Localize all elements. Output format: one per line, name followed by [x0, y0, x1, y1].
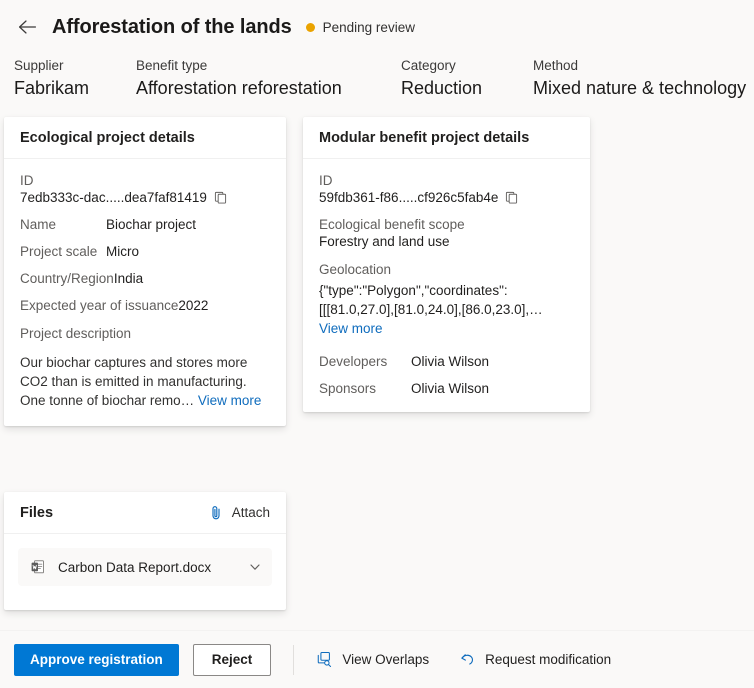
field-id: ID 59fdb361-f86.....cf926c5fab4e — [319, 173, 574, 205]
attach-label: Attach — [231, 505, 270, 520]
files-card: Files Attach Carbon Data Report.docx — [4, 492, 286, 610]
field-value: Biochar project — [106, 217, 197, 232]
page-title: Afforestation of the lands — [52, 15, 292, 38]
modular-benefit-project-details-card: Modular benefit project details ID 59fdb… — [303, 117, 590, 412]
field-value: 59fdb361-f86.....cf926c5fab4e — [319, 190, 499, 205]
meta-item-supplier: Supplier Fabrikam — [14, 58, 136, 99]
id-value-row: 59fdb361-f86.....cf926c5fab4e — [319, 190, 574, 205]
id-value-row: 7edb333c-dac.....dea7faf81419 — [20, 190, 270, 205]
back-button[interactable] — [14, 14, 40, 40]
field-sponsors: Sponsors Olivia Wilson — [319, 381, 574, 396]
field-value: 2022 — [178, 298, 209, 313]
field-label: Project scale — [20, 244, 98, 259]
list-item[interactable]: Carbon Data Report.docx — [18, 548, 272, 586]
approve-registration-button[interactable]: Approve registration — [14, 643, 179, 676]
status-label: Pending review — [322, 19, 415, 35]
meta-value: Afforestation reforestation — [136, 78, 342, 98]
arrow-left-icon — [17, 19, 37, 35]
field-id: ID 7edb333c-dac.....dea7faf81419 — [20, 173, 270, 205]
meta-label: Method — [533, 58, 579, 73]
card-body: ID 7edb333c-dac.....dea7faf81419 Name Bi… — [4, 159, 286, 426]
field-label: Country/Region — [20, 271, 114, 286]
field-ecological-benefit-scope: Ecological benefit scope Forestry and la… — [319, 217, 574, 249]
field-name: Name Biochar project — [20, 217, 270, 232]
word-document-icon — [30, 559, 46, 575]
reject-button[interactable]: Reject — [192, 643, 272, 676]
card-header: Ecological project details — [4, 117, 286, 159]
card-title: Modular benefit project details — [319, 129, 530, 146]
card-header: Files Attach — [4, 492, 286, 534]
field-value: Olivia Wilson — [411, 354, 490, 369]
card-body: ID 59fdb361-f86.....cf926c5fab4e Ecologi… — [303, 159, 590, 412]
field-project-description: Project description Our biochar captures… — [20, 325, 270, 410]
field-label: Sponsors — [319, 381, 377, 396]
field-label: ID — [20, 173, 34, 188]
field-label: Expected year of issuance — [20, 298, 179, 313]
field-label: Ecological benefit scope — [319, 217, 465, 232]
meta-value: Mixed nature & technology — [533, 78, 747, 98]
copy-icon[interactable] — [505, 191, 518, 204]
action-bar: Approve registration Reject View Overlap… — [0, 630, 754, 688]
file-name: Carbon Data Report.docx — [58, 559, 212, 575]
summary-meta-row: Supplier Fabrikam Benefit type Afforesta… — [0, 44, 754, 99]
field-country-region: Country/Region India — [20, 271, 270, 286]
field-geolocation: Geolocation {"type":"Polygon","coordinat… — [319, 261, 574, 338]
status-dot-icon — [305, 22, 315, 32]
card-title: Ecological project details — [20, 129, 195, 146]
meta-label: Supplier — [14, 58, 64, 73]
chevron-down-icon[interactable] — [248, 560, 262, 574]
status-badge: Pending review — [305, 19, 415, 35]
copy-icon[interactable] — [214, 191, 227, 204]
field-value: Micro — [106, 244, 139, 259]
field-label: Developers — [319, 354, 388, 369]
ecological-project-details-card: Ecological project details ID 7edb333c-d… — [4, 117, 286, 426]
view-more-link[interactable]: View more — [198, 393, 262, 408]
field-value: Olivia Wilson — [411, 381, 490, 396]
field-label: Geolocation — [319, 262, 392, 277]
view-overlaps-label: View Overlaps — [342, 652, 430, 667]
geolocation-view-more-row: View more — [319, 320, 574, 338]
field-label: Name — [20, 217, 57, 232]
field-developers: Developers Olivia Wilson — [319, 354, 574, 369]
view-overlaps-button[interactable]: View Overlaps — [316, 651, 429, 668]
field-value: Forestry and land use — [319, 234, 450, 249]
action-bar-divider — [293, 644, 295, 675]
meta-value: Reduction — [401, 78, 483, 98]
meta-item-benefit-type: Benefit type Afforestation reforestation — [136, 58, 401, 99]
geolocation-value: {"type":"Polygon","coordinates": [[[81.0… — [319, 283, 543, 317]
attach-button[interactable]: Attach — [209, 505, 270, 521]
field-expected-year-of-issuance: Expected year of issuance 2022 — [20, 298, 270, 313]
meta-value: Fabrikam — [14, 78, 90, 98]
page-header: Afforestation of the lands Pending revie… — [0, 0, 754, 44]
field-label: ID — [319, 173, 333, 188]
field-label: Project description — [20, 326, 132, 341]
meta-item-method: Method Mixed nature & technology — [533, 58, 754, 99]
overlap-search-icon — [316, 651, 333, 668]
meta-label: Category — [401, 58, 456, 73]
field-value: 7edb333c-dac.....dea7faf81419 — [20, 190, 207, 205]
registration-detail-page: Afforestation of the lands Pending revie… — [0, 0, 754, 688]
request-modification-button[interactable]: Request modification — [459, 651, 611, 668]
card-body: Carbon Data Report.docx — [4, 534, 286, 600]
field-value: India — [113, 271, 144, 286]
meta-item-category: Category Reduction — [401, 58, 533, 99]
card-title: Files — [20, 504, 54, 521]
field-project-scale: Project scale Micro — [20, 244, 270, 259]
project-description-text: Our biochar captures and stores more CO2… — [20, 353, 270, 410]
undo-arrow-icon — [459, 651, 476, 668]
card-header: Modular benefit project details — [303, 117, 590, 159]
paperclip-icon — [209, 505, 223, 521]
view-more-link[interactable]: View more — [319, 321, 383, 336]
request-modification-label: Request modification — [485, 652, 612, 667]
meta-label: Benefit type — [136, 58, 208, 73]
